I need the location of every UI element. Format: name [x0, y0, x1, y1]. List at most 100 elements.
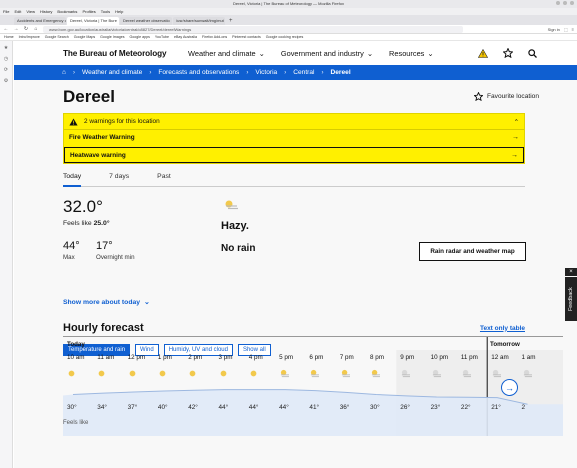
sun-icon — [97, 365, 125, 377]
bookmark-item[interactable]: Home — [4, 34, 14, 40]
nav-resources[interactable]: Resources ⌄ — [389, 49, 434, 58]
feedback-close-icon[interactable]: × — [565, 268, 577, 276]
hour-column: 11 pm — [461, 354, 489, 378]
hourly-table: Today Tomorrow 10 am 30° 11 am 34° 12 pm 37° 1… — [63, 336, 563, 436]
hour-time: 11 am — [97, 354, 115, 361]
warning-link-fire-weather[interactable]: Fire Weather Warning → — [64, 129, 524, 145]
chevron-down-icon: ⌄ — [144, 299, 150, 306]
hour-column: 8 pm — [370, 354, 398, 378]
favourite-label: Favourite location — [486, 93, 539, 100]
reload-icon[interactable]: ↻ — [23, 26, 29, 32]
favourite-location-button[interactable]: Favourite location — [473, 92, 539, 101]
rain-radar-button[interactable]: Rain radar and weather map — [419, 242, 526, 261]
feels-like-row-label: Feels like — [63, 420, 89, 426]
hour-temperature: 22° — [460, 404, 471, 411]
tab-today[interactable]: Today — [63, 173, 82, 187]
bookmark-item[interactable]: YouTube — [155, 34, 169, 40]
warnings-toggle[interactable]: 2 warnings for this location ⌃ — [64, 114, 524, 129]
home-icon[interactable]: ⌂ — [33, 26, 39, 32]
breadcrumb-victoria[interactable]: Victoria — [255, 69, 277, 76]
site-logo[interactable]: The Bureau of Meteorology — [63, 49, 167, 58]
warning-label: Fire Weather Warning — [69, 134, 135, 141]
warning-triangle-icon[interactable] — [478, 48, 488, 58]
bookmark-item[interactable]: Google Images — [100, 34, 124, 40]
chevron-down-icon: ⌄ — [427, 48, 434, 58]
search-icon[interactable] — [528, 48, 537, 58]
warnings-panel: 2 warnings for this location ⌃ Fire Weat… — [63, 113, 525, 164]
text-only-table-link[interactable]: Text only table — [480, 325, 525, 332]
menu-item[interactable]: View — [26, 8, 35, 15]
history-icon[interactable]: ◷ — [4, 56, 8, 62]
maximize-icon[interactable] — [563, 1, 567, 5]
feedback-tab[interactable]: Feedback — [565, 277, 577, 321]
hour-time: 4 pm — [248, 354, 263, 361]
sign-in-link[interactable]: Sign in — [548, 27, 560, 32]
close-icon[interactable] — [570, 1, 574, 5]
moon-haze-icon — [461, 365, 489, 378]
warning-icon — [69, 117, 78, 126]
sync-icon[interactable]: ⟳ — [4, 67, 8, 73]
show-more-button[interactable]: Show more about today ⌄ — [63, 295, 577, 309]
bookmark-item[interactable]: eBay Australia — [174, 34, 197, 40]
nav-bar: ← → ↻ ⌂ www.bom.gov.au/location/australi… — [0, 25, 577, 34]
url-bar[interactable]: www.bom.gov.au/location/australia/victor… — [43, 25, 463, 33]
menu-item[interactable]: Bookmarks — [57, 8, 77, 15]
extensions-icon[interactable]: ⬚ — [564, 27, 568, 32]
bookmark-item[interactable]: Google cooking recipes — [266, 34, 304, 40]
menu-icon[interactable]: ≡ — [572, 27, 574, 32]
menu-item[interactable]: Edit — [14, 8, 21, 15]
nav-government-and-industry[interactable]: Government and industry ⌄ — [281, 49, 373, 58]
sun-icon — [128, 365, 156, 377]
new-tab-icon[interactable]: + — [226, 17, 236, 25]
menu-item[interactable]: File — [3, 8, 9, 15]
hour-temperature: 30° — [370, 404, 380, 411]
menu-item[interactable]: Help — [115, 8, 123, 15]
minimize-icon[interactable] — [556, 1, 560, 5]
day-label-tomorrow: Tomorrow — [490, 341, 520, 348]
hour-time: 7 pm — [339, 354, 354, 361]
browser-tab[interactable]: /usr/share/sunwait/img/mut — [173, 17, 225, 25]
menu-item[interactable]: Tools — [101, 8, 110, 15]
breadcrumb-separator: › — [72, 69, 75, 76]
overnight-min-label: Overnight min — [96, 254, 135, 261]
bookmark-item[interactable]: Google apps — [130, 34, 150, 40]
hour-temperature: 37° — [127, 404, 138, 411]
show-more-label: Show more about today — [63, 298, 141, 306]
bookmark-item[interactable]: Intro/Improve — [19, 34, 40, 40]
menu-item[interactable]: History — [40, 8, 52, 15]
current-temperature: 32.0° — [63, 197, 103, 216]
forward-icon[interactable]: → — [13, 26, 19, 32]
hour-temperature: 23° — [430, 404, 441, 411]
sun-icon — [188, 365, 216, 377]
menu-item[interactable]: Profiles — [82, 8, 95, 15]
breadcrumb-forecasts[interactable]: Forecasts and observations — [158, 69, 239, 76]
browser-tab[interactable]: Dereel weather observatio — [120, 17, 172, 25]
hour-time: 9 pm — [400, 354, 415, 361]
browser-sidebar: ★ ◷ ⟳ ⚙ — [0, 41, 13, 468]
hour-temperature: 44° — [218, 404, 229, 411]
max-temperature: 44° — [63, 240, 80, 252]
hour-column: 7 pm — [339, 354, 368, 378]
tools-icon[interactable]: ⚙ — [4, 78, 8, 84]
browser-tab[interactable]: Accidents and Emergency • S — [14, 17, 66, 25]
nav-label: Resources — [389, 48, 425, 58]
bookmark-item[interactable]: Google Maps — [74, 34, 95, 40]
browser-tab[interactable]: Dereel, Victoria | The Bure — [67, 17, 119, 25]
tab-7-days[interactable]: 7 days — [109, 173, 129, 187]
arrow-right-icon: → — [512, 134, 519, 141]
back-icon[interactable]: ← — [3, 26, 9, 32]
bookmark-item[interactable]: Firefox Add-ons — [202, 34, 227, 40]
breadcrumb-weather-and-climate[interactable]: Weather and climate — [82, 69, 142, 76]
bookmark-item[interactable]: Pinterest contacts — [232, 34, 261, 40]
home-icon[interactable]: ⌂ — [62, 69, 66, 76]
bookmark-icon[interactable]: ★ — [4, 45, 8, 51]
nav-weather-and-climate[interactable]: Weather and climate ⌄ — [188, 49, 265, 58]
tab-past[interactable]: Past — [157, 173, 171, 187]
moon-haze-icon — [400, 365, 428, 378]
scroll-right-button[interactable]: → — [501, 379, 518, 396]
breadcrumb-central[interactable]: Central — [293, 69, 314, 76]
hour-column: 10 am — [67, 354, 95, 377]
star-icon[interactable] — [503, 48, 513, 58]
bookmark-item[interactable]: Google Search — [45, 34, 69, 40]
warning-link-heatwave[interactable]: Heatwave warning → — [64, 147, 524, 163]
